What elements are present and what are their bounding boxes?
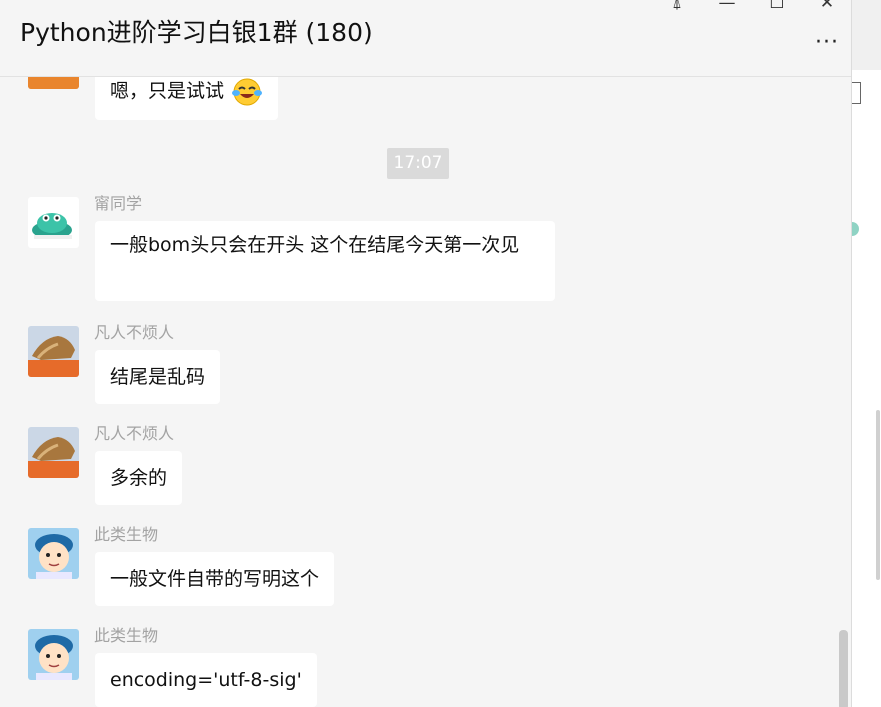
sender-name: 凡人不烦人 (94, 323, 175, 342)
avatar[interactable] (28, 427, 79, 478)
sender-name: 此类生物 (94, 626, 159, 645)
message-text: 结尾是乱码 (110, 366, 206, 388)
avatar[interactable] (28, 326, 79, 377)
message-bubble[interactable]: 结尾是乱码 (95, 350, 221, 404)
maximize-button[interactable]: ☐ (762, 0, 792, 20)
timestamp: 17:07 (387, 148, 449, 179)
pin-icon: ⍋ (671, 0, 683, 13)
background-window-header (852, 0, 881, 70)
more-options-button[interactable]: ··· (813, 30, 841, 56)
message-text: 多余的 (110, 467, 168, 489)
chat-title: Python进阶学习白银1群 (180) (20, 18, 373, 47)
scrollbar[interactable] (839, 630, 848, 707)
message-bubble[interactable]: 一般文件自带的写明这个 (95, 552, 335, 606)
avatar[interactable] (28, 528, 79, 579)
document-icon (852, 82, 861, 104)
sender-name: 甯同学 (94, 194, 143, 213)
avatar[interactable] (28, 197, 79, 248)
minimize-button[interactable]: — (712, 0, 742, 20)
sender-name: 凡人不烦人 (94, 424, 175, 443)
message-bubble[interactable]: encoding='utf-8-sig' (95, 653, 317, 707)
more-icon: ··· (815, 30, 839, 55)
maximize-icon: ☐ (769, 0, 785, 13)
sender-name: 此类生物 (94, 525, 159, 544)
message-text: 嗯，只是试试 (110, 80, 225, 102)
pin-button[interactable]: ⍋ (662, 0, 692, 20)
minimize-icon: — (718, 0, 736, 13)
chat-window: 嗯，只是试试 17:07 甯同学 一般bom头只会在开头 这个在结尾今天第一次见… (0, 0, 851, 707)
laughing-crying-icon (232, 78, 263, 105)
close-icon: ✕ (819, 0, 835, 13)
background-scrollbar (876, 410, 880, 580)
title-bar: Python进阶学习白银1群 (180) ⍋ — ☐ ✕ ··· (0, 0, 851, 77)
message-bubble[interactable]: 多余的 (95, 451, 183, 505)
close-button[interactable]: ✕ (812, 0, 842, 20)
message-text: 一般bom头只会在开头 这个在结尾今天第一次见 (110, 234, 520, 256)
message-bubble[interactable]: 一般bom头只会在开头 这个在结尾今天第一次见 (95, 221, 555, 301)
background-avatar-fragment (852, 222, 859, 236)
message-text: encoding='utf-8-sig' (110, 669, 302, 691)
message-text: 一般文件自带的写明这个 (110, 568, 320, 590)
avatar[interactable] (28, 629, 79, 680)
background-window-strip (851, 0, 881, 707)
